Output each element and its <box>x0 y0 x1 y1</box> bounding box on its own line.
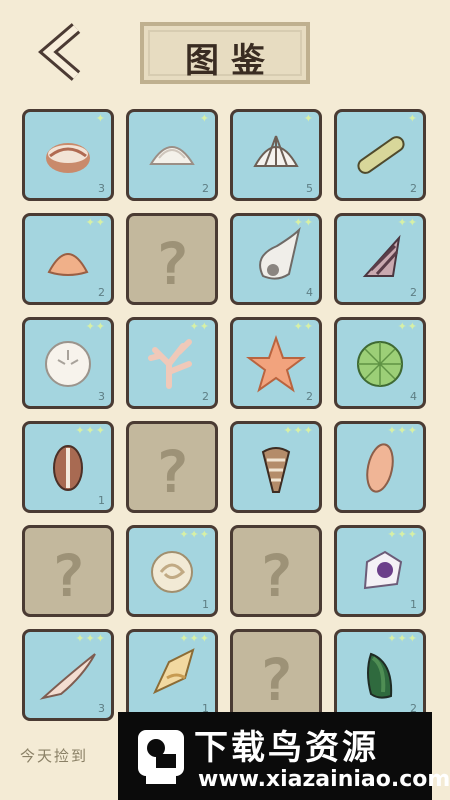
collected-count: 1 <box>202 598 209 611</box>
card-clam-orange[interactable]: ✦✦ 2 <box>22 213 114 305</box>
card-cowrie[interactable]: ✦✦✦ 1 <box>22 421 114 513</box>
card-moon-snail[interactable]: ✦✦✦ 1 <box>126 525 218 617</box>
card-mussel[interactable]: ✦✦✦ 2 <box>334 629 426 721</box>
bottom-hint-text: 今天捡到 <box>20 747 89 765</box>
collected-count: 1 <box>98 494 105 507</box>
rarity-stars: ✦✦ <box>85 216 106 229</box>
card-unknown-1[interactable]: ? <box>126 213 218 305</box>
unknown-question-icon: ? <box>258 646 294 714</box>
card-coral[interactable]: ✦✦ 2 <box>126 317 218 409</box>
rarity-stars: ✦✦✦ <box>179 528 210 541</box>
rarity-stars: ✦ <box>199 112 210 125</box>
rarity-stars: ✦✦✦ <box>387 528 418 541</box>
card-unknown-5[interactable]: ? <box>230 629 322 721</box>
card-scallop-brown[interactable]: ✦ 3 <box>22 109 114 201</box>
card-conch[interactable]: ✦✦✦ 1 <box>126 629 218 721</box>
card-cockle-white[interactable]: ✦ 5 <box>230 109 322 201</box>
collected-count: 2 <box>410 286 417 299</box>
card-unknown-3[interactable]: ? <box>22 525 114 617</box>
collected-count: 2 <box>202 390 209 403</box>
card-unknown-2[interactable]: ? <box>126 421 218 513</box>
card-sand-dollar[interactable]: ✦✦ 3 <box>22 317 114 409</box>
collected-count: 2 <box>306 390 313 403</box>
collected-count: 1 <box>410 598 417 611</box>
collected-count: 3 <box>98 702 105 715</box>
card-razor-clam[interactable]: ✦ 2 <box>334 109 426 201</box>
bird-logo-icon <box>138 730 184 784</box>
card-olive-shell[interactable]: ✦✦✦ <box>334 421 426 513</box>
rarity-stars: ✦✦ <box>189 320 210 333</box>
rarity-stars: ✦ <box>303 112 314 125</box>
rarity-stars: ✦ <box>95 112 106 125</box>
watermark-banner: 下载鸟资源 www.xiazainiao.com <box>118 712 450 800</box>
unknown-question-icon: ? <box>154 230 190 298</box>
watermark-title: 下载鸟资源 <box>194 728 379 768</box>
card-turban-shell[interactable]: ✦✦ 4 <box>230 213 322 305</box>
rarity-stars: ✦✦✦ <box>387 424 418 437</box>
rarity-stars: ✦✦ <box>293 216 314 229</box>
rarity-stars: ✦✦ <box>397 216 418 229</box>
collected-count: 2 <box>202 182 209 195</box>
card-cone-striped[interactable]: ✦✦ 2 <box>334 213 426 305</box>
rarity-stars: ✦✦✦ <box>75 424 106 437</box>
rarity-stars: ✦✦ <box>397 320 418 333</box>
collected-count: 5 <box>306 182 313 195</box>
rarity-stars: ✦✦ <box>293 320 314 333</box>
card-sea-urchin[interactable]: ✦✦ 4 <box>334 317 426 409</box>
rarity-stars: ✦✦✦ <box>387 632 418 645</box>
unknown-question-icon: ? <box>154 438 190 506</box>
card-murex[interactable]: ✦✦✦ 1 <box>334 525 426 617</box>
unknown-question-icon: ? <box>258 542 294 610</box>
rarity-stars: ✦✦ <box>85 320 106 333</box>
rarity-stars: ✦ <box>407 112 418 125</box>
card-spindle-shell[interactable]: ✦✦✦ 3 <box>22 629 114 721</box>
watermark-url: www.xiazainiao.com <box>198 767 450 792</box>
rarity-stars: ✦✦✦ <box>75 632 106 645</box>
collected-count: 2 <box>410 182 417 195</box>
collected-count: 4 <box>306 286 313 299</box>
card-starfish[interactable]: ✦✦ 2 <box>230 317 322 409</box>
collected-count: 2 <box>98 286 105 299</box>
unknown-question-icon: ? <box>50 542 86 610</box>
rarity-stars: ✦✦✦ <box>283 424 314 437</box>
collected-count: 4 <box>410 390 417 403</box>
collection-grid: ✦ 3 ✦ 2 ✦ 5 ✦ 2 ✦✦ 2? ✦✦ 4 ✦✦ 2 ✦✦ 3 ✦✦ 2 ✦✦ 2 ✦✦ 4 ✦✦✦ 1? ✦✦✦ ✦✦… <box>0 0 450 800</box>
collected-count: 3 <box>98 182 105 195</box>
rarity-stars: ✦✦✦ <box>179 632 210 645</box>
collected-count: 3 <box>98 390 105 403</box>
card-clam-white[interactable]: ✦ 2 <box>126 109 218 201</box>
card-cone-textile[interactable]: ✦✦✦ <box>230 421 322 513</box>
card-unknown-4[interactable]: ? <box>230 525 322 617</box>
